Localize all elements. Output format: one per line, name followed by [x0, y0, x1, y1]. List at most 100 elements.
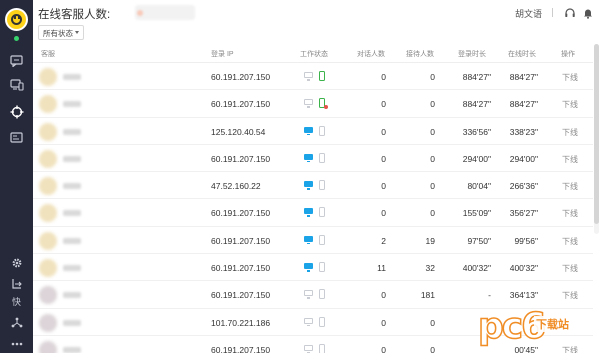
pc-status-icon — [304, 153, 313, 163]
nav-chat-button[interactable] — [0, 50, 33, 72]
work-status — [304, 234, 328, 247]
dialog-count: 2 — [381, 235, 386, 246]
received-count: 0 — [430, 344, 435, 353]
mobile-status-icon — [319, 152, 325, 163]
agent-name-redacted — [63, 265, 81, 272]
dialog-count: 0 — [381, 126, 386, 137]
col-agent: 客服 — [41, 51, 55, 58]
table-row: 60.191.207.150 0 0 294'00" 294'00" 下线 — [33, 145, 593, 173]
table-scrollbar[interactable] — [594, 44, 599, 234]
login-ip: 101.70.221.186 — [211, 317, 271, 328]
devices-icon — [9, 79, 24, 91]
work-status — [304, 71, 328, 83]
login-ip: 60.191.207.150 — [211, 235, 271, 246]
login-ip: 125.120.40.54 — [211, 126, 266, 137]
nav-settings-button[interactable] — [0, 252, 33, 274]
offline-button[interactable]: 下线 — [562, 236, 578, 247]
dialog-count: 0 — [381, 290, 386, 301]
work-status — [304, 343, 328, 353]
offline-button[interactable]: 下线 — [562, 290, 578, 301]
avatar[interactable] — [5, 8, 28, 31]
online-duration: 364'13" — [509, 290, 538, 301]
pc-status-icon — [304, 235, 313, 245]
agent-name-redacted — [63, 101, 81, 108]
received-count: 0 — [430, 126, 435, 137]
agent-avatar — [39, 122, 57, 141]
received-count: 32 — [425, 263, 435, 274]
dialog-count: 0 — [381, 181, 386, 192]
headset-button[interactable] — [564, 6, 576, 18]
online-duration: 294'00" — [509, 153, 538, 164]
nav-card-button[interactable] — [0, 126, 33, 148]
work-status — [304, 316, 328, 329]
mobile-status-icon — [319, 316, 325, 327]
col-login: 登录时长 — [458, 51, 486, 58]
received-count: 19 — [425, 235, 435, 246]
chevron-down-icon — [75, 31, 79, 34]
online-duration: 338'23" — [509, 126, 538, 137]
mobile-status-icon — [319, 207, 325, 218]
login-ip: 47.52.160.22 — [211, 181, 261, 192]
agent-avatar — [39, 340, 57, 353]
offline-button[interactable]: 下线 — [562, 154, 578, 165]
watermark-sub: 下载站 — [534, 316, 571, 332]
export-icon — [11, 278, 22, 289]
nav-more-button[interactable] — [0, 333, 33, 353]
crosshair-icon — [10, 105, 23, 119]
agent-avatar — [39, 149, 57, 168]
offline-button[interactable]: 下线 — [562, 127, 578, 138]
offline-button[interactable]: 下线 — [562, 99, 578, 110]
nav-monitor-button[interactable] — [0, 74, 33, 96]
table-header: 客服 登录 IP 工作状态 对话人数 接待人数 登录时长 在线时长 操作 — [33, 44, 593, 63]
watermark-logo: pc6 下载站 — [477, 305, 596, 351]
nav-quick-reply-button[interactable]: 快 — [0, 290, 33, 312]
col-action: 操作 — [561, 51, 575, 58]
mobile-status-icon — [319, 289, 325, 300]
login-duration: 884'27" — [462, 72, 491, 82]
table-row: 60.191.207.150 0 0 884'27" 884'27" 下线 — [33, 90, 593, 118]
agent-name-redacted — [63, 292, 81, 299]
login-duration: 97'50" — [467, 235, 491, 246]
pc-status-icon — [304, 181, 313, 190]
online-duration: 266'36" — [509, 181, 538, 192]
online-duration: 99'56" — [514, 235, 538, 246]
online-count-redacted — [135, 5, 195, 20]
login-ip: 60.191.207.150 — [211, 153, 271, 164]
pc-status-icon — [304, 72, 313, 81]
agent-avatar — [39, 204, 57, 223]
top-header: 在线客服人数: 胡文语 — [33, 0, 600, 24]
received-count: 0 — [430, 72, 435, 82]
nav-target-button[interactable] — [0, 101, 33, 123]
page-title: 在线客服人数: — [38, 9, 111, 21]
status-filter-select[interactable]: 所有状态 — [38, 25, 84, 40]
login-duration: 400'32" — [462, 263, 491, 274]
scrollbar-thumb[interactable] — [594, 44, 599, 224]
offline-button[interactable]: 下线 — [562, 72, 578, 83]
network-icon — [11, 317, 22, 327]
agent-avatar — [39, 259, 57, 278]
notification-button[interactable] — [582, 6, 594, 19]
offline-button[interactable]: 下线 — [562, 263, 578, 274]
online-duration: 356'27" — [509, 208, 538, 219]
col-received: 接待人数 — [406, 51, 434, 58]
id-card-icon — [10, 131, 23, 143]
work-status — [304, 207, 328, 219]
mobile-status-icon — [319, 98, 328, 110]
online-status-dot — [14, 36, 19, 41]
agent-avatar — [39, 313, 57, 332]
user-name[interactable]: 胡文语 — [515, 7, 542, 20]
agent-name-redacted — [63, 74, 81, 80]
online-duration: 884'27" — [509, 72, 538, 82]
table-row: 60.191.207.150 0 181 - 364'13" 下线 — [33, 281, 593, 309]
mobile-status-icon — [319, 234, 325, 245]
smiley-logo-icon — [11, 14, 22, 25]
offline-button[interactable]: 下线 — [562, 181, 578, 192]
login-ip: 60.191.207.150 — [211, 263, 271, 274]
chat-icon — [10, 55, 23, 67]
agent-name-redacted — [63, 346, 81, 353]
agent-avatar — [39, 177, 57, 196]
mobile-status-icon — [319, 262, 325, 273]
received-count: 0 — [430, 317, 435, 328]
nav-share-button[interactable] — [0, 311, 33, 333]
offline-button[interactable]: 下线 — [562, 208, 578, 219]
